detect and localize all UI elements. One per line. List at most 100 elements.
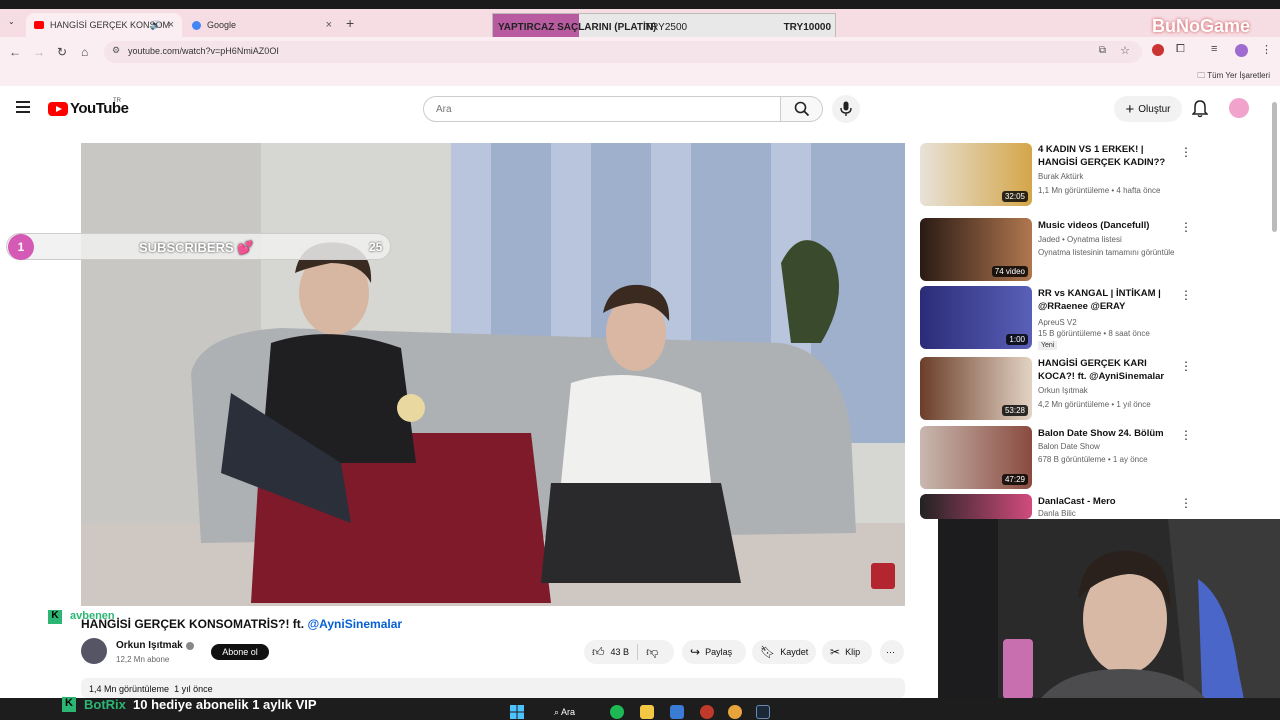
tab-youtube[interactable]: HANGİSİ GERÇEK KONSOM 🔊 × <box>26 13 182 37</box>
obs-icon[interactable] <box>700 705 714 719</box>
recommendation-meta[interactable]: Oynatma listesinin tamamını görüntüle <box>1038 248 1175 257</box>
recommendation-item[interactable]: 1:00 RR vs KANGAL | İNTİKAM | @RRaenee @… <box>920 286 1192 350</box>
profile-avatar[interactable] <box>1235 44 1248 57</box>
search-icon: ⌕ <box>554 707 562 717</box>
forward-icon[interactable]: → <box>33 45 45 59</box>
dislike-button[interactable]: 👎︎ <box>646 645 658 660</box>
close-tab-icon[interactable]: × <box>168 19 174 31</box>
channel-subscribers: 12,2 Mn abone <box>116 655 170 664</box>
app-icon[interactable] <box>670 705 684 719</box>
back-icon[interactable]: ← <box>9 45 21 59</box>
home-icon[interactable]: ⌂ <box>81 45 88 59</box>
chrome-icon[interactable] <box>728 705 742 719</box>
recommendation-item[interactable]: 74 video Music videos (Dancefull) Jaded … <box>920 218 1192 282</box>
recommendation-item[interactable]: 32:05 4 KADIN VS 1 ERKEK! | HANGİSİ GERÇ… <box>920 143 1192 207</box>
create-button[interactable]: + Oluştur <box>1114 96 1182 122</box>
extension-icon[interactable] <box>1152 44 1164 56</box>
clip-button[interactable]: ✂ Klip <box>822 640 872 664</box>
create-label: Oluştur <box>1138 103 1171 115</box>
notifications-bell-icon[interactable] <box>1192 100 1208 118</box>
speaker-icon[interactable]: 🔊 <box>150 20 161 31</box>
plus-icon: + <box>1125 100 1135 118</box>
scrollbar-thumb[interactable] <box>1272 102 1277 232</box>
recommendation-channel[interactable]: Orkun Işıtmak <box>1038 386 1088 395</box>
reload-icon[interactable]: ↻ <box>57 45 67 59</box>
recommendation-title[interactable]: HANGİSİ GERÇEK KARI KOCA?! ft. @AyniSine… <box>1038 357 1176 383</box>
goal-current: TRY2500 <box>645 22 688 33</box>
tab-list-chevron-icon[interactable]: ⌄ <box>8 17 15 26</box>
recommendation-item[interactable]: 53:28 HANGİSİ GERÇEK KARI KOCA?! ft. @Ay… <box>920 357 1192 421</box>
taskbar-search[interactable]: ⌕ Ara <box>554 707 575 718</box>
recommendation-title[interactable]: Music videos (Dancefull) <box>1038 219 1176 232</box>
folder-icon: 🗀 <box>1197 71 1208 80</box>
subscribe-button[interactable]: Abone ol <box>211 644 269 660</box>
verified-badge-icon <box>186 642 194 650</box>
recommendation-title[interactable]: DanlaCast - Mero <box>1038 495 1176 508</box>
subscriber-goal-widget: 1 SUBSCRIBERS 💕 25 <box>6 233 391 260</box>
recommendation-title[interactable]: RR vs KANGAL | İNTİKAM | @RRaenee @ERAY <box>1038 287 1176 313</box>
more-vertical-icon[interactable]: ⋮ <box>1180 288 1192 302</box>
tab-google[interactable]: Google × <box>184 13 340 37</box>
thumbnail[interactable]: 1:00 <box>920 286 1032 349</box>
like-button[interactable]: 👍︎ 43 B <box>592 645 629 660</box>
recommendation-item[interactable]: DanlaCast - Mero Danla Bilic ⋮ <box>920 494 1192 519</box>
browser-menu-icon[interactable]: ⋮ <box>1261 43 1272 56</box>
recommendation-channel[interactable]: Danla Bilic <box>1038 509 1076 518</box>
recommendation-title[interactable]: Balon Date Show 24. Bölüm <box>1038 427 1176 440</box>
webcam-frame <box>938 519 1280 720</box>
kick-logo-icon: K <box>48 610 62 624</box>
more-vertical-icon[interactable]: ⋮ <box>1180 220 1192 234</box>
new-tab-icon[interactable]: + <box>346 15 354 31</box>
thumbnail[interactable]: 74 video <box>920 218 1032 281</box>
search-input[interactable] <box>423 96 781 122</box>
account-avatar[interactable] <box>1229 98 1249 118</box>
video-player[interactable] <box>81 143 905 606</box>
hamburger-menu-icon[interactable] <box>16 101 30 113</box>
voice-search-button[interactable] <box>832 95 860 123</box>
search-icon <box>794 101 810 117</box>
reading-list-icon[interactable]: ≡ <box>1211 43 1217 55</box>
thumbs-up-icon: 👍︎ <box>592 644 605 659</box>
channel-avatar[interactable] <box>81 638 107 664</box>
site-info-icon[interactable]: ⚙ <box>112 45 120 56</box>
close-tab-icon[interactable]: × <box>326 19 332 31</box>
webcam-overlay <box>938 519 1280 720</box>
thumbnail[interactable]: 47:29 <box>920 426 1032 489</box>
recommendation-channel[interactable]: ApreuS V2 <box>1038 318 1077 327</box>
file-explorer-icon[interactable] <box>640 705 654 719</box>
save-button[interactable]: 🔖︎ Kaydet <box>752 640 816 664</box>
more-vertical-icon[interactable]: ⋮ <box>1180 359 1192 373</box>
more-vertical-icon[interactable]: ⋮ <box>1180 496 1192 510</box>
share-icon: ↪ <box>690 645 701 659</box>
goal-label: YAPTIRCAZ SAÇLARINI (PLATİN) <box>498 22 657 33</box>
more-actions-button[interactable]: ⋯ <box>880 640 904 664</box>
divider <box>637 644 639 660</box>
youtube-header: YouTube TR + Oluştur <box>0 88 1280 130</box>
spotify-icon[interactable] <box>610 705 624 719</box>
all-bookmarks-folder[interactable]: 🗀 Tüm Yer İşaretleri <box>1197 70 1270 84</box>
bookmark-star-icon[interactable]: ☆ <box>1120 44 1130 57</box>
recommendation-title[interactable]: 4 KADIN VS 1 ERKEK! | HANGİSİ GERÇEK KAD… <box>1038 143 1176 169</box>
recommendation-meta: 1,1 Mn görüntüleme • 4 hafta önce <box>1038 186 1161 195</box>
thumbnail[interactable]: 53:28 <box>920 357 1032 420</box>
google-icon <box>192 20 201 30</box>
thumbnail[interactable]: 32:05 <box>920 143 1032 206</box>
extensions-puzzle-icon[interactable]: ⧠ <box>1176 43 1185 56</box>
channel-name[interactable]: Orkun Işıtmak <box>116 640 183 651</box>
subscriber-rank: 1 <box>8 234 34 260</box>
search-button[interactable] <box>781 96 823 122</box>
more-vertical-icon[interactable]: ⋮ <box>1180 145 1192 159</box>
duration-badge: 1:00 <box>1006 334 1028 345</box>
steam-icon[interactable] <box>756 705 770 719</box>
more-vertical-icon[interactable]: ⋮ <box>1180 428 1192 442</box>
recommendation-channel[interactable]: Burak Aktürk <box>1038 172 1083 181</box>
recommendation-channel[interactable]: Jaded • Oynatma listesi <box>1038 235 1122 244</box>
thumbnail[interactable] <box>920 494 1032 519</box>
recommendation-channel[interactable]: Balon Date Show <box>1038 442 1100 451</box>
omnibox[interactable]: ⚙ youtube.com/watch?v=pH6NmiAZ0OI ⧉ ☆ <box>104 41 1142 63</box>
install-app-icon[interactable]: ⧉ <box>1099 45 1106 56</box>
recommendation-item[interactable]: 47:29 Balon Date Show 24. Bölüm Balon Da… <box>920 426 1192 490</box>
windows-start-icon[interactable] <box>510 705 524 719</box>
mention-link[interactable]: @AyniSinemalar <box>307 617 402 631</box>
share-button[interactable]: ↪ Paylaş <box>682 640 746 664</box>
